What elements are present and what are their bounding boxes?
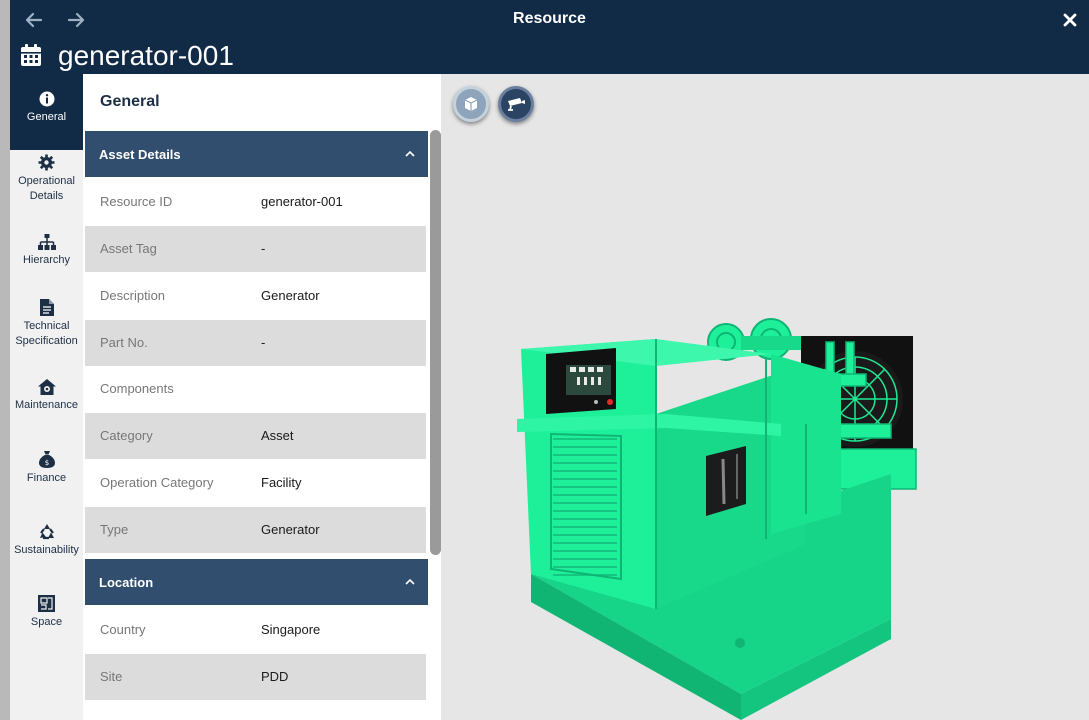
field-value: -: [261, 241, 266, 256]
table-row: Country Singapore: [85, 607, 426, 653]
table-row: Type Generator: [85, 507, 426, 553]
sidebar-item-space[interactable]: Space: [10, 595, 83, 635]
sidebar-item-finance[interactable]: $ Finance: [10, 451, 83, 491]
sidebar-item-label: Hierarchy: [22, 254, 71, 266]
field-label: Site: [100, 669, 123, 684]
sidebar-item-label: Sustainability: [14, 544, 79, 556]
window-header: Resource generator-001: [10, 0, 1089, 74]
money-bag-icon: $: [38, 451, 55, 468]
hierarchy-icon: [37, 234, 56, 250]
field-value: Facility: [261, 475, 302, 490]
chevron-up-icon: [405, 578, 415, 585]
section-title: Location: [99, 575, 154, 590]
panel-scrollbar[interactable]: [430, 130, 441, 555]
resource-name: generator-001: [58, 40, 234, 71]
section-title: Asset Details: [99, 147, 181, 162]
sidebar-item-technical-specification[interactable]: Technical Specification: [10, 299, 83, 349]
field-value: Singapore: [261, 622, 321, 637]
field-value: generator-001: [261, 194, 343, 209]
resource-window: Resource generator-001 General Operation…: [10, 0, 1089, 720]
field-value: -: [261, 335, 266, 350]
field-value: PDD: [261, 669, 289, 684]
field-label: Type: [100, 522, 129, 537]
sidebar-item-operational-details[interactable]: Operational Details: [10, 154, 83, 214]
table-row: Site PDD: [85, 654, 426, 700]
table-row: Components: [85, 366, 426, 412]
sidebar-item-label: Maintenance: [15, 399, 78, 411]
details-panel: General Asset Details Resource ID genera…: [83, 74, 441, 720]
close-icon: [1063, 13, 1077, 27]
field-label: Description: [100, 288, 166, 303]
house-gear-icon: [37, 379, 56, 395]
sidebar-item-general[interactable]: General: [10, 74, 83, 150]
info-icon: [39, 91, 54, 107]
calendar-icon: [21, 44, 41, 66]
sidebar-item-maintenance[interactable]: Maintenance: [10, 379, 83, 419]
field-value: Asset: [261, 428, 294, 443]
panel-title: General: [100, 93, 160, 110]
table-row: Description Generator: [85, 273, 426, 319]
sidebar-item-label: General: [26, 111, 67, 123]
field-label: Asset Tag: [100, 241, 157, 256]
recycle-icon: [39, 524, 54, 540]
svg-text:$: $: [44, 459, 48, 467]
sidebar-item-hierarchy[interactable]: Hierarchy: [10, 234, 83, 274]
table-row: Asset Tag -: [85, 226, 426, 272]
field-label: Operation Category: [100, 475, 214, 490]
sidebar: General Operational Details Hierarchy Te…: [10, 74, 83, 720]
sidebar-item-label: Space: [30, 616, 63, 628]
field-label: Category: [100, 428, 153, 443]
generator-3d-model: [517, 318, 917, 720]
table-row: Resource ID generator-001: [85, 179, 426, 225]
section-header-asset-details[interactable]: Asset Details: [85, 131, 428, 177]
field-value: Generator: [261, 288, 320, 303]
document-icon: [39, 299, 54, 316]
sidebar-item-label: Finance: [26, 472, 67, 484]
chevron-up-icon: [405, 150, 415, 157]
gear-icon: [38, 154, 55, 171]
field-label: Country: [100, 622, 146, 637]
3d-viewer[interactable]: [441, 74, 1089, 720]
sidebar-item-sustainability[interactable]: Sustainability: [10, 523, 83, 563]
field-value: Generator: [261, 522, 320, 537]
side-window: [706, 446, 746, 516]
close-button[interactable]: [1059, 9, 1081, 31]
floorplan-icon: [38, 595, 55, 612]
sidebar-item-label: Operational Details: [18, 175, 75, 202]
table-row: Category Asset: [85, 413, 426, 459]
table-row: Part No. -: [85, 320, 426, 366]
table-row: Operation Category Facility: [85, 460, 426, 506]
window-title: Resource: [513, 10, 586, 27]
sidebar-item-label: Technical Specification: [15, 320, 78, 347]
field-label: Resource ID: [100, 194, 173, 209]
left-edge-strip: [0, 0, 10, 720]
field-label: Components: [100, 381, 174, 396]
section-header-location[interactable]: Location: [85, 559, 428, 605]
field-label: Part No.: [100, 335, 148, 350]
